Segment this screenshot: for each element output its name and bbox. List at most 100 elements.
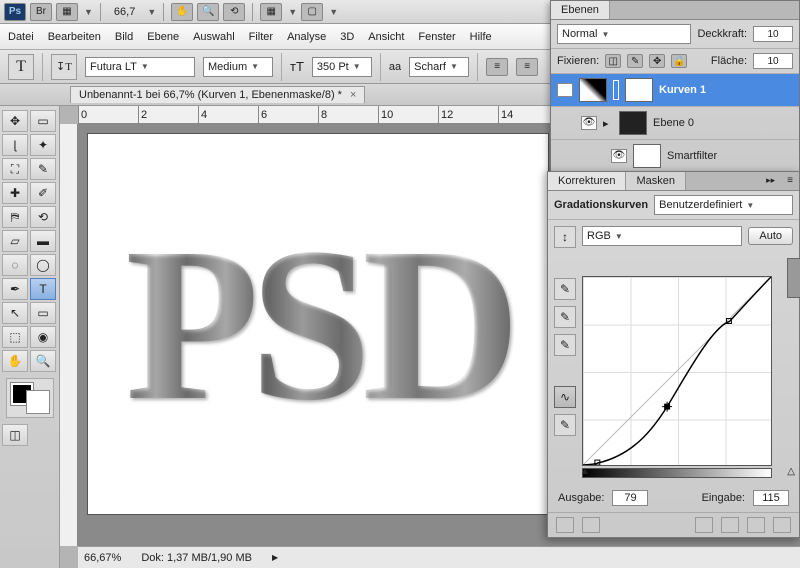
3d-tool[interactable]: ⬚: [2, 326, 28, 348]
visibility-toggle-icon[interactable]: 👁: [611, 149, 627, 163]
lock-all-icon[interactable]: 🔒: [671, 54, 687, 68]
curves-thumb-icon[interactable]: [579, 78, 607, 102]
layers-tab[interactable]: Ebenen: [551, 1, 610, 19]
ps-logo-icon[interactable]: Ps: [4, 3, 26, 21]
eyedropper-tool[interactable]: ✎: [30, 158, 56, 180]
menu-analyse[interactable]: Analyse: [287, 31, 326, 43]
masken-tab[interactable]: Masken: [626, 172, 686, 190]
align-center-icon[interactable]: ≡: [516, 58, 538, 76]
curves-graph[interactable]: [582, 276, 772, 466]
menu-bearbeiten[interactable]: Bearbeiten: [48, 31, 101, 43]
view-previous-icon[interactable]: [721, 517, 739, 533]
korrekturen-tab[interactable]: Korrekturen: [548, 172, 626, 190]
collapsed-panel-icon[interactable]: [787, 258, 800, 298]
gray-eyedropper-icon[interactable]: ✎: [554, 306, 576, 328]
input-value[interactable]: 115: [753, 490, 789, 506]
menu-ansicht[interactable]: Ansicht: [368, 31, 404, 43]
canvas[interactable]: PSD: [88, 134, 548, 514]
history-brush-tool[interactable]: ⟲: [30, 206, 56, 228]
white-point-slider[interactable]: △: [787, 466, 795, 477]
document-tab[interactable]: Unbenannt-1 bei 66,7% (Kurven 1, Ebenenm…: [70, 86, 365, 103]
wand-tool[interactable]: ✦: [30, 134, 56, 156]
input-gradient-bar[interactable]: [582, 468, 772, 478]
toggle-visibility-icon[interactable]: [695, 517, 713, 533]
rotate-view-icon[interactable]: ⟲: [223, 3, 245, 21]
ruler-vertical[interactable]: [60, 124, 78, 546]
chevron-down-icon[interactable]: ▼: [329, 7, 338, 17]
type-tool[interactable]: T: [30, 278, 56, 300]
menu-3d[interactable]: 3D: [340, 31, 354, 43]
lock-position-icon[interactable]: ✥: [649, 54, 665, 68]
visibility-toggle-icon[interactable]: 👁: [557, 83, 573, 97]
quickmask-tool[interactable]: ◫: [2, 424, 28, 446]
output-value[interactable]: 79: [612, 490, 648, 506]
camera-tool[interactable]: ◉: [30, 326, 56, 348]
reset-icon[interactable]: [747, 517, 765, 533]
eraser-tool[interactable]: ▱: [2, 230, 28, 252]
font-size-dropdown[interactable]: 350 Pt▼: [312, 57, 372, 77]
menu-auswahl[interactable]: Auswahl: [193, 31, 235, 43]
hand-tool[interactable]: ✋: [2, 350, 28, 372]
zoom-tool[interactable]: 🔍: [30, 350, 56, 372]
status-doc-size[interactable]: Dok: 1,37 MB/1,90 MB: [141, 552, 252, 564]
layer-name[interactable]: Kurven 1: [659, 84, 706, 96]
mask-thumb-icon[interactable]: [625, 78, 653, 102]
pencil-mode-icon[interactable]: ✎: [554, 414, 576, 436]
black-eyedropper-icon[interactable]: ✎: [554, 278, 576, 300]
zoom-tool-icon[interactable]: 🔍: [197, 3, 219, 21]
chevron-down-icon[interactable]: ▼: [147, 7, 156, 17]
layer-name[interactable]: Ebene 0: [653, 117, 694, 129]
panel-menu-icon[interactable]: ≡: [781, 172, 799, 190]
antialias-dropdown[interactable]: Scharf▼: [409, 57, 469, 77]
screenmode-icon[interactable]: ▢: [301, 3, 323, 21]
hand-tool-icon[interactable]: ✋: [171, 3, 193, 21]
layer-thumb-icon[interactable]: [633, 144, 661, 168]
bridge-icon[interactable]: Br: [30, 3, 52, 21]
path-select-tool[interactable]: ↖: [2, 302, 28, 324]
text-tool-preset-icon[interactable]: T: [8, 54, 34, 80]
black-point-slider[interactable]: ▲: [580, 466, 590, 477]
layer-row[interactable]: 👁 ▸ Ebene 0: [551, 107, 799, 140]
font-weight-dropdown[interactable]: Medium▼: [203, 57, 273, 77]
delete-icon[interactable]: [773, 517, 791, 533]
clip-icon[interactable]: [582, 517, 600, 533]
curve-mode-icon[interactable]: ∿: [554, 386, 576, 408]
pen-tool[interactable]: ✒: [2, 278, 28, 300]
menu-ebene[interactable]: Ebene: [147, 31, 179, 43]
zoom-level[interactable]: 66,7: [108, 6, 141, 18]
arrange-icon[interactable]: ▦: [260, 3, 282, 21]
panel-collapse-icon[interactable]: ▸▸: [760, 172, 781, 190]
chevron-down-icon[interactable]: ▼: [84, 7, 93, 17]
heal-tool[interactable]: ✚: [2, 182, 28, 204]
auto-button[interactable]: Auto: [748, 227, 793, 245]
brush-tool[interactable]: ✐: [30, 182, 56, 204]
layer-thumb-icon[interactable]: [619, 111, 647, 135]
channel-dropdown[interactable]: RGB▼: [582, 226, 742, 246]
font-family-dropdown[interactable]: Futura LT▼: [85, 57, 195, 77]
marquee-tool[interactable]: ▭: [30, 110, 56, 132]
menu-hilfe[interactable]: Hilfe: [470, 31, 492, 43]
lock-transparency-icon[interactable]: ◫: [605, 54, 621, 68]
menu-filter[interactable]: Filter: [249, 31, 273, 43]
dodge-tool[interactable]: ◯: [30, 254, 56, 276]
blend-mode-dropdown[interactable]: Normal▼: [557, 24, 691, 44]
blur-tool[interactable]: ◌: [2, 254, 28, 276]
history-icon[interactable]: ▦: [56, 3, 78, 21]
menu-fenster[interactable]: Fenster: [418, 31, 455, 43]
shape-tool[interactable]: ▭: [30, 302, 56, 324]
align-left-icon[interactable]: ≡: [486, 58, 508, 76]
chevron-down-icon[interactable]: ▼: [288, 7, 297, 17]
layer-name[interactable]: Smartfilter: [667, 150, 717, 162]
white-eyedropper-icon[interactable]: ✎: [554, 334, 576, 356]
return-icon[interactable]: [556, 517, 574, 533]
fill-input[interactable]: [753, 53, 793, 69]
close-tab-icon[interactable]: ×: [350, 89, 356, 101]
menu-datei[interactable]: Datei: [8, 31, 34, 43]
opacity-input[interactable]: [753, 26, 793, 42]
target-adjust-icon[interactable]: ↕: [554, 226, 576, 248]
crop-tool[interactable]: ⛶: [2, 158, 28, 180]
lasso-tool[interactable]: ɭ: [2, 134, 28, 156]
curves-preset-dropdown[interactable]: Benutzerdefiniert▼: [654, 195, 793, 215]
text-orientation-icon[interactable]: ↧T: [51, 54, 77, 80]
visibility-toggle-icon[interactable]: 👁: [581, 116, 597, 130]
